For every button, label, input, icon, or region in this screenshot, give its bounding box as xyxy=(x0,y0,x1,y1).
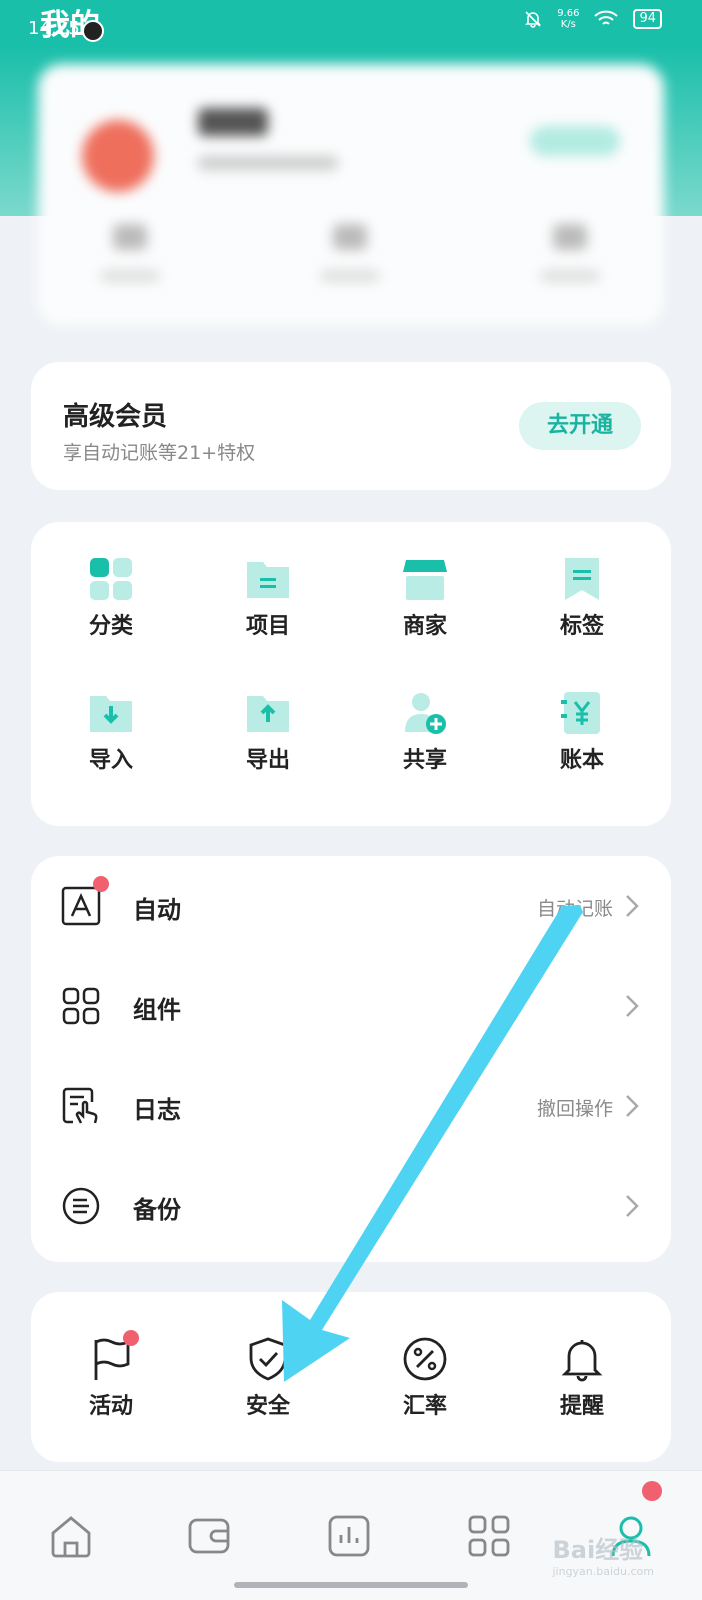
user-subtitle-blurred xyxy=(198,156,338,170)
stat-item[interactable] xyxy=(320,224,380,294)
chevron-right-icon xyxy=(626,1095,639,1117)
battery-indicator: 94 xyxy=(633,9,662,29)
vip-title: 高级会员 xyxy=(63,402,168,432)
apps-grid-icon[interactable] xyxy=(466,1513,512,1559)
list-item-widgets[interactable]: 组件 xyxy=(31,956,671,1056)
folder-export-icon xyxy=(247,696,289,732)
tool-item-exchange-rate[interactable]: 汇率 xyxy=(345,1336,505,1436)
feature-label: 导出 xyxy=(245,748,290,773)
feature-label: 分类 xyxy=(88,614,133,639)
list-item-auto[interactable]: 自动 自动记账 xyxy=(31,856,671,956)
feature-item-export[interactable]: 导出 xyxy=(188,690,348,790)
feature-item-project[interactable]: 项目 xyxy=(188,556,348,656)
user-name-blurred xyxy=(198,108,268,136)
status-time: 14:25 xyxy=(28,18,80,39)
notification-badge xyxy=(642,1481,662,1501)
avatar[interactable] xyxy=(82,120,154,192)
tool-item-security[interactable]: 安全 xyxy=(188,1336,348,1436)
home-indicator[interactable] xyxy=(234,1582,468,1588)
chevron-right-icon xyxy=(626,1195,639,1217)
list-item-label: 组件 xyxy=(133,996,181,1024)
tools-card: 活动 安全 汇率 提醒 xyxy=(31,1292,671,1462)
status-bar: 我的 14:25 9.66 K/s 94 xyxy=(0,0,702,46)
backup-icon xyxy=(62,1187,100,1225)
mute-bell-icon xyxy=(525,11,542,28)
feature-label: 标签 xyxy=(559,614,604,639)
feature-item-tag[interactable]: 标签 xyxy=(502,556,662,656)
feature-label: 商家 xyxy=(402,614,447,639)
feature-grid: 分类 项目 商家 标签 导入 导出 共享 账本 xyxy=(31,522,671,826)
widgets-grid-icon xyxy=(62,987,100,1025)
profile-action-button-blurred[interactable] xyxy=(530,126,620,156)
home-icon[interactable] xyxy=(48,1513,94,1559)
stat-item[interactable] xyxy=(100,224,160,294)
vip-card[interactable]: 高级会员 享自动记账等21+特权 去开通 xyxy=(31,362,671,490)
watermark: Bai经验 jingyan.baidu.com xyxy=(552,1536,654,1578)
list-item-log[interactable]: 日志 撤回操作 xyxy=(31,1056,671,1156)
feature-label: 项目 xyxy=(245,614,290,639)
notification-badge xyxy=(123,1330,139,1346)
open-vip-button[interactable]: 去开通 xyxy=(519,402,641,450)
share-user-icon xyxy=(405,693,446,734)
chevron-right-icon xyxy=(626,995,639,1017)
tool-item-activity[interactable]: 活动 xyxy=(31,1330,191,1436)
bell-icon xyxy=(561,1340,603,1382)
feature-item-category[interactable]: 分类 xyxy=(31,556,191,656)
log-touch-icon xyxy=(62,1087,98,1124)
tool-label: 活动 xyxy=(88,1394,133,1419)
qq-notification-icon xyxy=(82,20,104,42)
feature-item-import[interactable]: 导入 xyxy=(31,690,191,790)
feature-label: 账本 xyxy=(559,748,604,773)
list-item-detail: 撤回操作 xyxy=(536,1098,613,1120)
chart-icon[interactable] xyxy=(326,1513,372,1559)
chevron-right-icon xyxy=(626,895,639,917)
list-item-label: 日志 xyxy=(133,1096,181,1124)
feature-item-share[interactable]: 共享 xyxy=(345,690,505,790)
wallet-icon[interactable] xyxy=(186,1513,232,1559)
feature-label: 共享 xyxy=(402,748,447,773)
percent-icon xyxy=(403,1337,447,1381)
shield-check-icon xyxy=(249,1337,287,1381)
settings-list: 自动 自动记账 组件 日志 撤回操作 备份 xyxy=(31,856,671,1262)
wifi-icon xyxy=(594,10,619,25)
store-icon xyxy=(403,560,447,600)
tool-label: 安全 xyxy=(245,1394,290,1419)
tool-label: 汇率 xyxy=(402,1394,447,1419)
vip-subtitle: 享自动记账等21+特权 xyxy=(63,442,256,464)
list-item-label: 自动 xyxy=(133,896,181,924)
folder-project-icon xyxy=(247,562,289,598)
feature-item-merchant[interactable]: 商家 xyxy=(345,556,505,656)
tool-item-reminder[interactable]: 提醒 xyxy=(502,1336,662,1436)
category-icon xyxy=(90,558,132,600)
ledger-book-icon xyxy=(561,692,600,734)
feature-item-ledger[interactable]: 账本 xyxy=(502,690,662,790)
list-item-detail: 自动记账 xyxy=(536,898,613,920)
notification-badge xyxy=(93,876,109,892)
list-item-backup[interactable]: 备份 xyxy=(31,1156,671,1256)
status-icons: 9.66 K/s 94 xyxy=(523,8,662,30)
bookmark-tag-icon xyxy=(565,558,599,600)
tool-label: 提醒 xyxy=(559,1394,604,1419)
stat-item[interactable] xyxy=(540,224,600,294)
feature-label: 导入 xyxy=(88,748,133,773)
network-speed: 9.66 K/s xyxy=(557,8,580,30)
auto-a-icon xyxy=(61,886,101,926)
folder-import-icon xyxy=(90,696,132,732)
list-item-label: 备份 xyxy=(133,1196,181,1224)
profile-card[interactable] xyxy=(38,64,664,326)
